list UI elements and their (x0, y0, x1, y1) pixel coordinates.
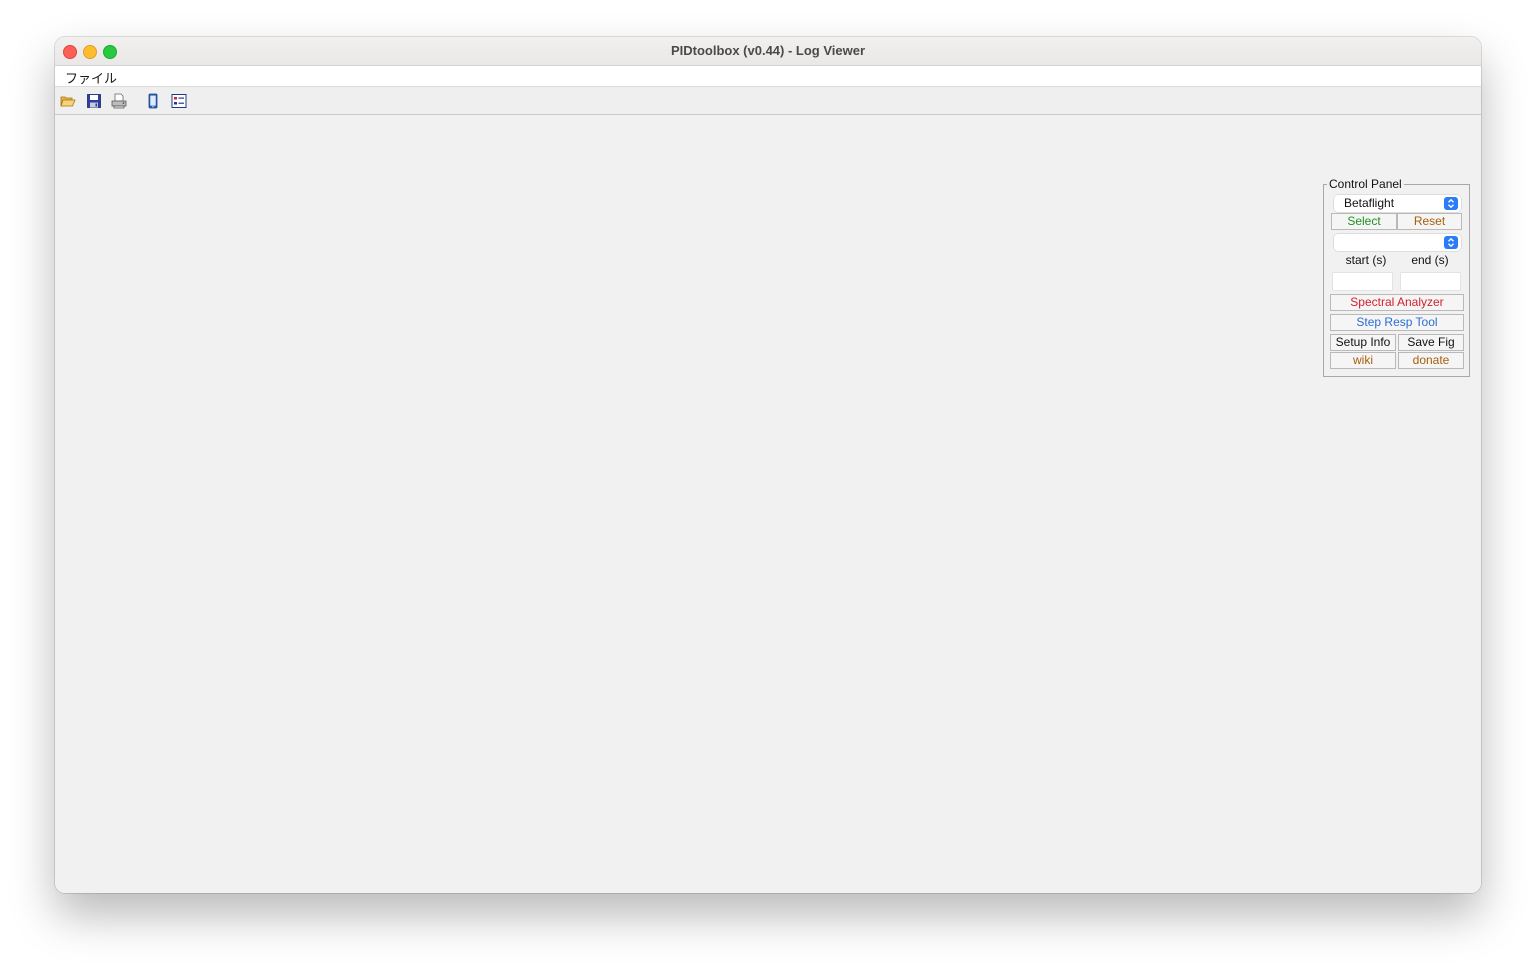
wiki-button[interactable]: wiki (1330, 352, 1396, 369)
control-panel: Control Panel Betaflight Select Reset st… (1323, 177, 1470, 377)
donate-button[interactable]: donate (1398, 352, 1464, 369)
end-label: end (s) (1411, 253, 1449, 267)
save-fig-button[interactable]: Save Fig (1398, 334, 1464, 351)
open-folder-icon[interactable] (60, 93, 76, 109)
menu-file[interactable]: ファイル (65, 68, 117, 87)
start-time-input[interactable] (1333, 273, 1392, 290)
save-disk-icon[interactable] (86, 93, 102, 109)
toolbar (55, 87, 1481, 115)
end-time-input[interactable] (1401, 273, 1460, 290)
start-label: start (s) (1345, 253, 1387, 267)
chevron-updown-icon (1444, 197, 1458, 210)
phone-device-icon[interactable] (145, 93, 161, 109)
firmware-select[interactable]: Betaflight (1334, 195, 1461, 212)
log-file-select[interactable] (1334, 234, 1461, 251)
figure-canvas (55, 115, 1481, 893)
select-button[interactable]: Select (1331, 213, 1397, 230)
control-panel-title: Control Panel (1327, 177, 1404, 191)
app-window: PIDtoolbox (v0.44) - Log Viewer ファイル Con… (55, 37, 1481, 893)
chevron-updown-icon (1444, 236, 1458, 249)
step-resp-tool-button[interactable]: Step Resp Tool (1330, 314, 1464, 331)
menu-bar: ファイル (55, 66, 1481, 87)
reset-button[interactable]: Reset (1397, 213, 1462, 230)
layout-editor-icon[interactable] (171, 93, 187, 109)
firmware-select-value: Betaflight (1344, 196, 1395, 210)
title-bar: PIDtoolbox (v0.44) - Log Viewer (55, 37, 1481, 66)
window-title: PIDtoolbox (v0.44) - Log Viewer (670, 43, 866, 58)
spectral-analyzer-button[interactable]: Spectral Analyzer (1330, 294, 1464, 311)
setup-info-button[interactable]: Setup Info (1330, 334, 1396, 351)
print-icon[interactable] (111, 93, 127, 109)
